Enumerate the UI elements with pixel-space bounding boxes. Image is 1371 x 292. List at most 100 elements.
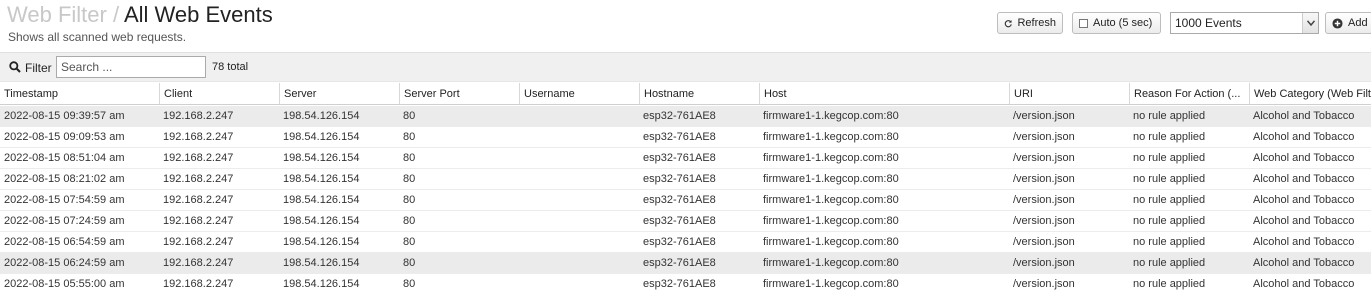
auto-refresh-toggle[interactable]: Auto (5 sec) [1072, 12, 1161, 34]
auto-refresh-label: Auto (5 sec) [1093, 17, 1153, 29]
cell-timestamp: 2022-08-15 07:24:59 am [4, 215, 125, 227]
column-header-reason[interactable]: Reason For Action (... [1129, 83, 1249, 104]
cell-username [519, 169, 639, 189]
table-row[interactable]: 2022-08-15 09:39:57 am 192.168.2.247 198… [0, 106, 1371, 127]
cell-web-category: Alcohol and Tobacco [1253, 194, 1355, 206]
filter-bar: Filter 78 total [0, 52, 1371, 82]
cell-server: 198.54.126.154 [283, 278, 360, 290]
cell-client: 192.168.2.247 [163, 173, 234, 185]
cell-username [519, 232, 639, 252]
cell-username [519, 127, 639, 147]
cell-server: 198.54.126.154 [283, 131, 360, 143]
cell-hostname: esp32-761AE8 [643, 131, 716, 143]
column-header-timestamp[interactable]: Timestamp [0, 83, 159, 104]
cell-server: 198.54.126.154 [283, 257, 360, 269]
cell-reason: no rule applied [1133, 215, 1206, 227]
refresh-button[interactable]: Refresh [997, 12, 1063, 34]
cell-uri: /version.json [1013, 257, 1075, 269]
table-row[interactable]: 2022-08-15 07:54:59 am 192.168.2.247 198… [0, 190, 1371, 211]
cell-uri: /version.json [1013, 110, 1075, 122]
cell-client: 192.168.2.247 [163, 236, 234, 248]
cell-username [519, 253, 639, 273]
table-row[interactable]: 2022-08-15 09:09:53 am 192.168.2.247 198… [0, 127, 1371, 148]
table-row[interactable]: 2022-08-15 06:54:59 am 192.168.2.247 198… [0, 232, 1371, 253]
column-header-hostname[interactable]: Hostname [639, 83, 759, 104]
auto-refresh-checkbox[interactable] [1079, 18, 1088, 28]
cell-host: firmware1-1.kegcop.com:80 [763, 131, 899, 143]
cell-timestamp: 2022-08-15 08:51:04 am [4, 152, 125, 164]
column-header-web-category[interactable]: Web Category (Web Filter) [1249, 83, 1371, 104]
cell-server: 198.54.126.154 [283, 236, 360, 248]
events-table-body: 2022-08-15 09:39:57 am 192.168.2.247 198… [0, 106, 1371, 292]
table-row[interactable]: 2022-08-15 05:55:00 am 192.168.2.247 198… [0, 274, 1371, 292]
cell-timestamp: 2022-08-15 05:55:00 am [4, 278, 125, 290]
cell-hostname: esp32-761AE8 [643, 236, 716, 248]
table-header: Timestamp Client Server Server Port User… [0, 83, 1371, 105]
table-row[interactable]: 2022-08-15 07:24:59 am 192.168.2.247 198… [0, 211, 1371, 232]
cell-web-category: Alcohol and Tobacco [1253, 215, 1355, 227]
cell-uri: /version.json [1013, 215, 1075, 227]
cell-reason: no rule applied [1133, 110, 1206, 122]
table-row[interactable]: 2022-08-15 08:51:04 am 192.168.2.247 198… [0, 148, 1371, 169]
cell-client: 192.168.2.247 [163, 257, 234, 269]
cell-web-category: Alcohol and Tobacco [1253, 131, 1355, 143]
column-header-uri[interactable]: URI [1009, 83, 1129, 104]
add-label: Add [1348, 17, 1368, 29]
table-row[interactable]: 2022-08-15 06:24:59 am 192.168.2.247 198… [0, 253, 1371, 274]
cell-uri: /version.json [1013, 173, 1075, 185]
column-header-server[interactable]: Server [279, 83, 399, 104]
cell-reason: no rule applied [1133, 278, 1206, 290]
refresh-label: Refresh [1017, 17, 1056, 29]
cell-server-port: 80 [403, 257, 416, 269]
cell-web-category: Alcohol and Tobacco [1253, 257, 1355, 269]
cell-uri: /version.json [1013, 131, 1075, 143]
cell-client: 192.168.2.247 [163, 215, 234, 227]
column-header-username[interactable]: Username [519, 83, 639, 104]
cell-reason: no rule applied [1133, 131, 1206, 143]
cell-host: firmware1-1.kegcop.com:80 [763, 278, 899, 290]
breadcrumb-current: All Web Events [123, 2, 273, 27]
add-button[interactable]: Add [1325, 12, 1371, 34]
cell-reason: no rule applied [1133, 236, 1206, 248]
cell-username [519, 106, 639, 126]
page-title: Web Filter / All Web Events [7, 2, 273, 28]
column-header-server-port[interactable]: Server Port [399, 83, 519, 104]
table-row[interactable]: 2022-08-15 08:21:02 am 192.168.2.247 198… [0, 169, 1371, 190]
cell-timestamp: 2022-08-15 07:54:59 am [4, 194, 125, 206]
cell-hostname: esp32-761AE8 [643, 257, 716, 269]
cell-client: 192.168.2.247 [163, 131, 234, 143]
column-header-host[interactable]: Host [759, 83, 1009, 104]
plus-circle-icon [1332, 17, 1343, 29]
cell-hostname: esp32-761AE8 [643, 194, 716, 206]
cell-hostname: esp32-761AE8 [643, 278, 716, 290]
cell-reason: no rule applied [1133, 194, 1206, 206]
cell-server-port: 80 [403, 236, 416, 248]
cell-server: 198.54.126.154 [283, 194, 360, 206]
cell-uri: /version.json [1013, 278, 1075, 290]
events-limit-value: 1000 Events [1175, 16, 1242, 30]
cell-hostname: esp32-761AE8 [643, 215, 716, 227]
cell-web-category: Alcohol and Tobacco [1253, 278, 1355, 290]
cell-host: firmware1-1.kegcop.com:80 [763, 194, 899, 206]
search-input[interactable] [56, 56, 206, 78]
cell-reason: no rule applied [1133, 257, 1206, 269]
breadcrumb-separator: / [106, 2, 124, 27]
cell-username [519, 274, 639, 292]
cell-uri: /version.json [1013, 194, 1075, 206]
cell-host: firmware1-1.kegcop.com:80 [763, 110, 899, 122]
filter-label: Filter [25, 61, 52, 75]
cell-host: firmware1-1.kegcop.com:80 [763, 173, 899, 185]
cell-server: 198.54.126.154 [283, 215, 360, 227]
cell-reason: no rule applied [1133, 152, 1206, 164]
cell-host: firmware1-1.kegcop.com:80 [763, 236, 899, 248]
column-header-client[interactable]: Client [159, 83, 279, 104]
cell-server-port: 80 [403, 110, 416, 122]
breadcrumb-web-filter[interactable]: Web Filter [7, 2, 107, 27]
cell-server-port: 80 [403, 278, 416, 290]
cell-host: firmware1-1.kegcop.com:80 [763, 257, 899, 269]
page-header: Web Filter / All Web Events Shows all sc… [0, 0, 1371, 52]
cell-client: 192.168.2.247 [163, 194, 234, 206]
chevron-down-icon[interactable] [1302, 13, 1318, 33]
cell-server: 198.54.126.154 [283, 152, 360, 164]
events-limit-select[interactable]: 1000 Events [1170, 12, 1319, 34]
